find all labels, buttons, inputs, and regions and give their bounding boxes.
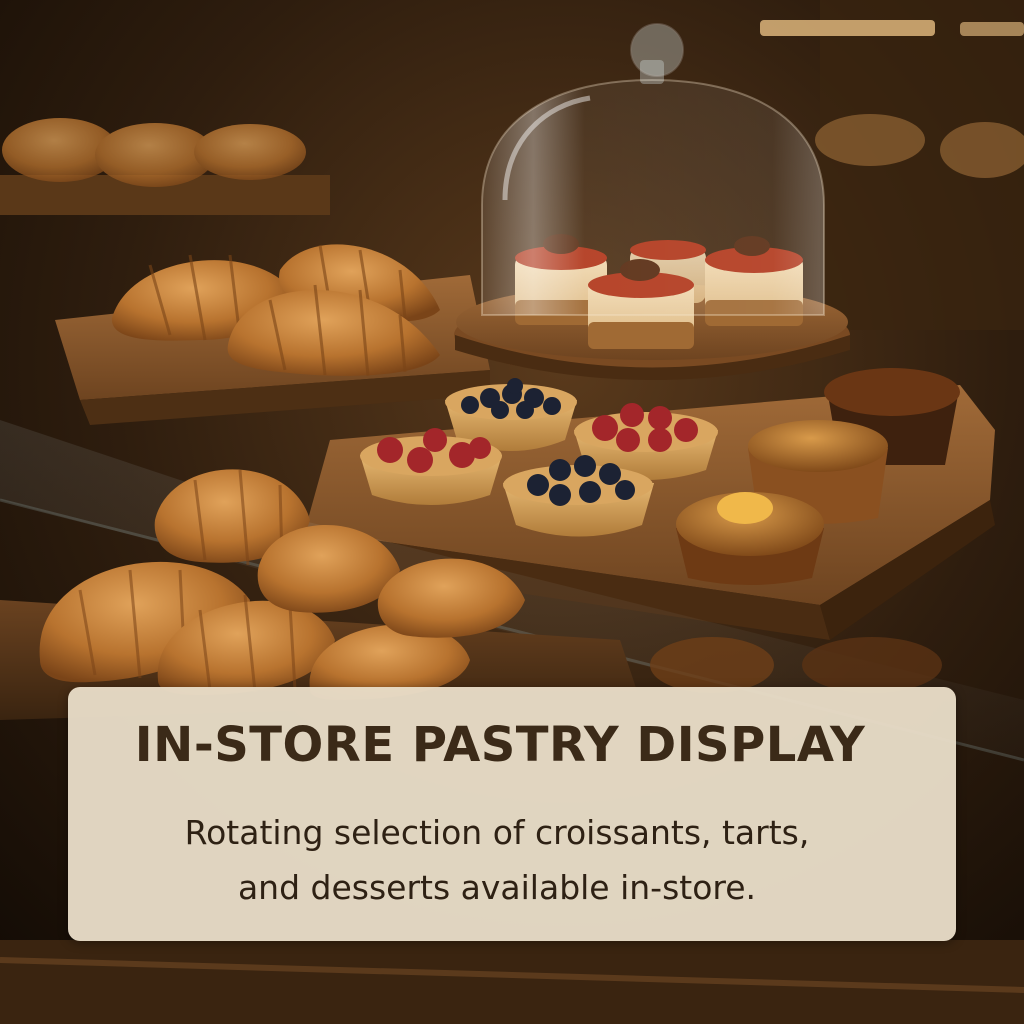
caption-title: IN-STORE PASTRY DISPLAY [134,717,866,773]
counter-front [0,940,1024,1024]
ceiling-light [960,22,1024,36]
caption-line: Rotating selection of croissants, tarts, [184,813,810,852]
ceiling-light [760,20,935,36]
caption-line: and desserts available in-store. [237,868,757,907]
caption-description: Rotating selection of croissants, tarts,… [68,805,956,915]
custard-bun [676,492,824,585]
caption-card: IN-STORE PASTRY DISPLAY Rotating selecti… [68,687,956,941]
back-croissants [2,118,306,187]
